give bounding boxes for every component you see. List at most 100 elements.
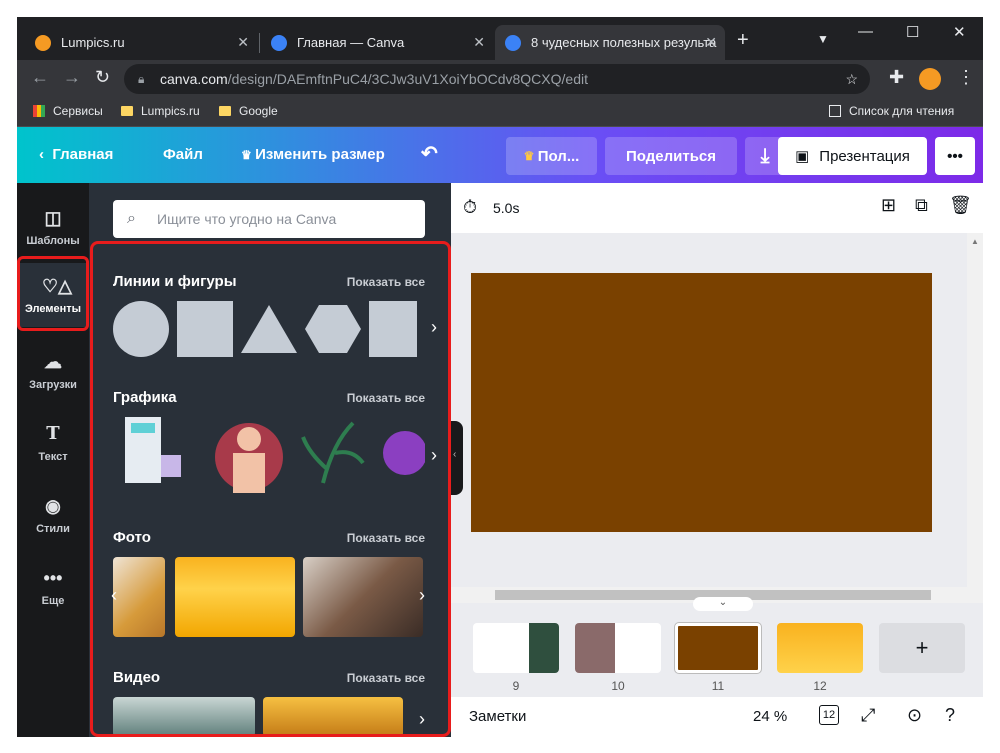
tab-title: 8 чудесных полезных результа	[531, 35, 717, 50]
reading-list-label: Список для чтения	[849, 104, 955, 118]
forward-icon[interactable]: →	[63, 67, 81, 88]
share-button[interactable]: Поделиться	[605, 137, 737, 175]
present-icon: ▣	[795, 148, 810, 165]
rail-label: Еще	[41, 595, 65, 607]
reading-list-button[interactable]: Список для чтения	[829, 104, 954, 118]
close-icon[interactable]: ✕	[705, 34, 717, 51]
present-button[interactable]: ▣ Презентация	[778, 137, 927, 175]
new-tab-button[interactable]: +	[737, 29, 749, 52]
url-path: /design/DAEmftnPuC4/3CJw3uV1XoiYbOCdv8QC…	[227, 71, 588, 87]
chevron-left-icon: ‹	[39, 146, 53, 163]
search-icon: ⌕	[127, 210, 136, 227]
rail-label: Шаблоны	[26, 235, 80, 247]
bookmark-label: Lumpics.ru	[141, 104, 200, 118]
rail-label: Стили	[36, 523, 70, 535]
file-menu[interactable]: Файл	[163, 146, 203, 163]
reload-icon[interactable]: ↻	[95, 67, 110, 88]
tab-canva-design[interactable]: 8 чудесных полезных результа ✕	[495, 25, 725, 60]
tab-divider	[259, 33, 260, 53]
bookmarks-bar: Сервисы Lumpics.ru Google Список для чте…	[17, 98, 983, 127]
browser-window: Lumpics.ru ✕ Главная — Canva ✕ 8 чудесны…	[17, 17, 983, 737]
pro-button[interactable]: ♛ Пол...	[506, 137, 597, 175]
upload-icon: ☁	[44, 352, 62, 372]
more-button[interactable]: •••	[935, 137, 975, 175]
chevron-left-icon: ‹	[453, 449, 457, 460]
extensions-icon[interactable]: ✚	[889, 67, 904, 88]
folder-icon	[121, 106, 133, 116]
profile-avatar[interactable]	[919, 68, 941, 90]
design-page[interactable]	[471, 273, 932, 532]
bookmark-star-icon[interactable]: ☆	[845, 64, 858, 94]
slide-thumbnail[interactable]	[575, 623, 661, 673]
add-page-icon[interactable]: ⊞	[881, 195, 896, 216]
rail-templates[interactable]: ◫ Шаблоны	[17, 195, 89, 259]
duplicate-page-icon[interactable]: ⧉	[915, 195, 928, 216]
minimize-icon[interactable]: —	[858, 23, 873, 40]
rail-label: Загрузки	[29, 379, 77, 391]
home-button[interactable]: ‹ Главная	[39, 146, 113, 163]
window-close-icon[interactable]: ✕	[953, 23, 966, 41]
vertical-scrollbar[interactable]: ▲	[967, 233, 983, 603]
highlight-panel	[90, 241, 451, 737]
present-label: Презентация	[819, 147, 910, 165]
slide-number: 11	[711, 679, 725, 693]
slide-thumbnail[interactable]	[777, 623, 863, 673]
panel-collapse-handle[interactable]: ‹	[451, 421, 463, 495]
duration-label[interactable]: 5.0s	[493, 200, 519, 216]
more-icon: •••	[43, 568, 63, 588]
page-filmstrip: ⌄ 9 10 11 12 +	[451, 597, 983, 697]
page-toolbar: ⏱ 5.0s ⊞ ⧉ 🗑︎	[451, 183, 983, 233]
timer-icon[interactable]: ⏱	[463, 197, 477, 218]
close-icon[interactable]: ✕	[473, 34, 485, 51]
slide-image-block	[529, 623, 559, 673]
pro-label: Пол...	[537, 147, 580, 165]
slide-thumbnail-selected[interactable]	[675, 623, 761, 673]
bookmark-label: Google	[239, 104, 278, 118]
maximize-icon[interactable]: ☐	[906, 23, 919, 41]
canva-icon	[505, 34, 521, 51]
notes-button[interactable]: Заметки	[469, 708, 526, 725]
slide-thumbnail[interactable]	[473, 623, 559, 673]
url-field[interactable]: 🔒︎ canva.com/design/DAEmftnPuC4/3CJw3uV1…	[124, 64, 870, 94]
check-icon[interactable]: ⊙	[907, 705, 922, 726]
tab-lumpics[interactable]: Lumpics.ru ✕	[25, 25, 257, 60]
editor-header: ‹ Главная Файл ♛ Изменить размер ↶ ♛ Пол…	[17, 127, 983, 183]
bookmark-lumpics[interactable]: Lumpics.ru	[121, 104, 200, 118]
rail-more[interactable]: ••• Еще	[17, 555, 89, 619]
delete-page-icon[interactable]: 🗑︎	[949, 195, 972, 216]
back-icon[interactable]: ←	[31, 67, 49, 88]
undo-icon[interactable]: ↶	[421, 141, 438, 166]
crown-icon: ♛	[523, 149, 538, 163]
tab-canva-home[interactable]: Главная — Canva ✕	[261, 25, 493, 60]
zoom-level[interactable]: 24 %	[753, 708, 787, 725]
chevron-down-icon[interactable]: ⌄	[693, 597, 753, 611]
crown-icon: ♛	[241, 148, 256, 162]
home-label: Главная	[52, 146, 114, 163]
rail-uploads[interactable]: ☁ Загрузки	[17, 339, 89, 403]
apps-grid-icon	[33, 105, 45, 117]
tab-search-icon[interactable]: ▼	[817, 32, 829, 46]
scroll-up-icon[interactable]: ▲	[971, 237, 979, 246]
design-workspace: ⏱ 5.0s ⊞ ⧉ 🗑︎ ▲	[451, 183, 983, 603]
menu-kebab-icon[interactable]: ⋮	[957, 67, 975, 88]
editor-footer: Заметки 24 % 12 ⤢ ⊙ ?	[451, 697, 983, 737]
page-count-badge[interactable]: 12	[819, 705, 839, 725]
close-icon[interactable]: ✕	[237, 34, 249, 51]
tab-title: Lumpics.ru	[61, 35, 125, 50]
rail-label: Текст	[38, 451, 68, 463]
lock-icon: 🔒︎	[138, 72, 145, 86]
rail-styles[interactable]: ◉ Стили	[17, 483, 89, 547]
bookmark-services[interactable]: Сервисы	[33, 104, 103, 118]
lumpics-orange-icon	[35, 34, 51, 51]
reading-list-icon	[829, 105, 841, 117]
palette-icon: ◉	[45, 496, 61, 516]
help-icon[interactable]: ?	[945, 705, 955, 726]
add-page-button[interactable]: +	[879, 623, 965, 673]
bookmark-google[interactable]: Google	[219, 104, 278, 118]
templates-icon: ◫	[44, 208, 62, 228]
fullscreen-icon[interactable]: ⤢	[861, 705, 875, 726]
resize-button[interactable]: ♛ Изменить размер	[241, 146, 385, 163]
rail-text[interactable]: T Текст	[17, 411, 89, 475]
highlight-elements	[17, 256, 89, 331]
search-input[interactable]: ⌕ Ищите что угодно на Canva	[113, 200, 425, 238]
